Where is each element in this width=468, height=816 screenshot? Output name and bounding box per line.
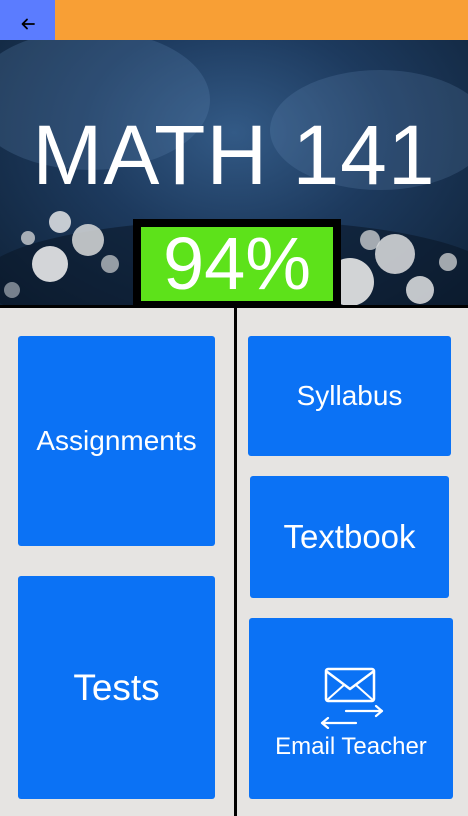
course-title: MATH 141	[32, 108, 436, 202]
top-app-bar	[0, 0, 468, 40]
email-teacher-label: Email Teacher	[275, 732, 427, 760]
assignments-label: Assignments	[36, 425, 197, 456]
grade-value: 94%	[141, 227, 333, 301]
arrow-left-icon	[21, 18, 35, 30]
tests-label: Tests	[73, 666, 160, 708]
textbook-button[interactable]: Textbook	[250, 476, 449, 598]
email-teacher-button[interactable]: Email Teacher	[249, 618, 453, 799]
grade-badge: 94%	[133, 219, 341, 305]
envelope-exchange-icon	[320, 667, 384, 729]
textbook-label: Textbook	[283, 518, 416, 555]
tests-button[interactable]: Tests	[18, 576, 215, 799]
course-hero-banner: MATH 141 94%	[0, 40, 468, 305]
assignments-button[interactable]: Assignments	[18, 336, 215, 546]
syllabus-label: Syllabus	[296, 380, 403, 411]
vertical-divider	[234, 308, 237, 816]
syllabus-button[interactable]: Syllabus	[248, 336, 451, 456]
